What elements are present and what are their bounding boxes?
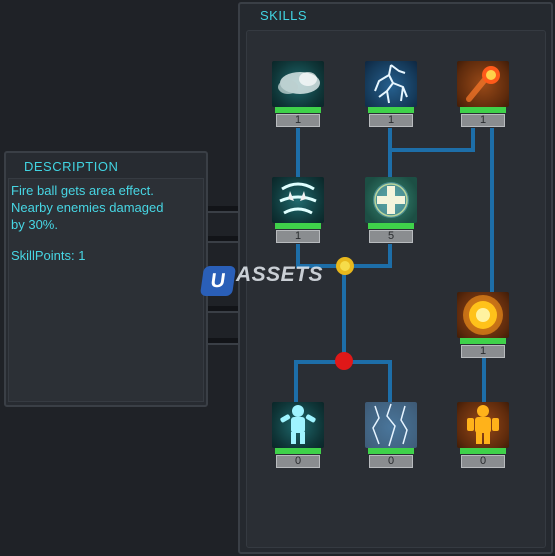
skill-level-badge: 0	[369, 455, 413, 468]
skill-node-fire-golem[interactable]: 0	[457, 402, 509, 482]
description-text: Fire ball gets area effect. Nearby enemi…	[11, 183, 164, 232]
lightning-icon	[365, 61, 417, 107]
skill-progress-bar	[460, 448, 506, 454]
skill-node-lightning[interactable]: 1	[365, 61, 417, 141]
panel-connector	[208, 206, 238, 213]
fireball-icon	[457, 61, 509, 107]
watermark-text: ASSETS	[236, 263, 324, 286]
skill-node-storm-field[interactable]: 0	[365, 402, 417, 482]
skill-level-badge: 1	[276, 230, 320, 243]
skill-level-badge: 1	[276, 114, 320, 127]
skill-node-heal-cross[interactable]: 5	[365, 177, 417, 257]
skill-node-ice-golem[interactable]: 0	[272, 402, 324, 482]
skill-level-badge: 0	[461, 455, 505, 468]
fire-explosion-icon	[457, 292, 509, 338]
skill-level-badge: 1	[369, 114, 413, 127]
skill-progress-bar	[275, 107, 321, 113]
skill-progress-bar	[368, 223, 414, 229]
skill-node-fireball[interactable]: 1	[457, 61, 509, 141]
skill-node-fire-explosion[interactable]: 1	[457, 292, 509, 372]
tornado-icon	[272, 177, 324, 223]
panel-connector	[208, 306, 238, 313]
skill-level-badge: 1	[461, 114, 505, 127]
skill-points-label: SkillPoints: 1	[11, 248, 86, 263]
skill-progress-bar	[275, 223, 321, 229]
skill-level-badge: 5	[369, 230, 413, 243]
skill-node-tornado[interactable]: 1	[272, 177, 324, 257]
skill-level-badge: 0	[276, 455, 320, 468]
panel-connector	[208, 338, 238, 345]
skill-progress-bar	[368, 107, 414, 113]
storm-field-icon	[365, 402, 417, 448]
skill-node-smoke[interactable]: 1	[272, 61, 324, 141]
red-junction-node	[335, 352, 353, 370]
skill-progress-bar	[460, 338, 506, 344]
fire-golem-icon	[457, 402, 509, 448]
skill-progress-bar	[275, 448, 321, 454]
skill-progress-bar	[460, 107, 506, 113]
skill-progress-bar	[368, 448, 414, 454]
heal-cross-icon	[365, 177, 417, 223]
smoke-icon	[272, 61, 324, 107]
skill-level-badge: 1	[461, 345, 505, 358]
watermark-logo-badge: U	[199, 266, 237, 296]
panel-connector	[208, 236, 238, 243]
ice-golem-icon	[272, 402, 324, 448]
description-title: DESCRIPTION	[24, 159, 119, 174]
